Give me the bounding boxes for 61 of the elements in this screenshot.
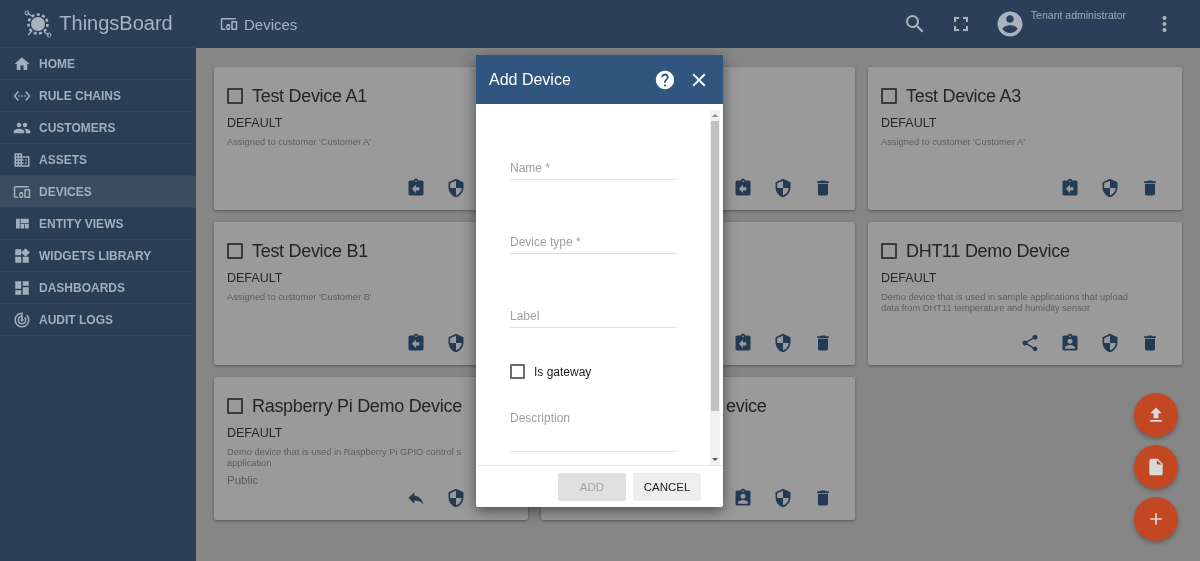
target-icon [13,310,31,329]
checkbox[interactable] [227,88,243,104]
clipboard-arrow-icon[interactable] [406,178,426,198]
app-name: ThingsBoard [59,12,173,35]
devices-icon [220,15,238,33]
checkbox[interactable] [510,364,525,379]
clipboard-arrow-icon[interactable] [733,333,753,353]
sidebar-item[interactable]: DASHBOARDS [0,272,196,304]
page-title: Devices [244,15,299,33]
sidebar-item[interactable]: RULE CHAINS [0,80,196,112]
dialog-button[interactable]: CANCEL [633,472,701,501]
help-icon [654,68,676,91]
device-type: DEFAULT [227,116,284,130]
device-title: Test Device A1 [252,85,367,107]
device-title: evice [726,395,767,417]
checkbox-label: Is gateway [534,364,592,379]
clipboard-arrow-icon[interactable] [1060,178,1080,198]
checkbox[interactable] [881,88,897,104]
checkbox[interactable] [227,398,243,414]
more-vertical-icon [1161,15,1167,33]
shield-icon[interactable] [446,488,466,508]
shield-icon[interactable] [1100,178,1120,198]
shield-icon[interactable] [773,333,793,353]
user-name: Tenant administrator [1030,9,1126,21]
device-title: Test Device B1 [252,240,368,262]
device-title: Test Device A3 [906,85,1021,107]
visibility-label: Public [227,474,260,486]
clipboard-person-icon[interactable] [733,488,753,508]
share-icon[interactable] [1020,333,1040,353]
sidebar-item[interactable]: DEVICES [0,176,196,208]
scrollbar[interactable] [710,110,720,465]
file-icon [1146,457,1166,477]
sidebar-item[interactable]: CUSTOMERS [0,112,196,144]
shield-icon[interactable] [446,178,466,198]
shield-icon[interactable] [773,178,793,198]
shield-icon[interactable] [773,488,793,508]
dashboard-icon [13,278,31,297]
clipboard-arrow-icon[interactable] [406,333,426,353]
sidebar-item[interactable]: WIDGETS LIBRARY [0,240,196,272]
device-title: DHT11 Demo Device [906,240,1070,262]
clipboard-person-icon[interactable] [1060,333,1080,353]
building-icon [13,150,31,169]
device-type: DEFAULT [881,116,938,130]
upload-button[interactable] [1134,393,1178,437]
checkbox[interactable] [881,243,897,259]
file-button[interactable] [1134,445,1178,489]
help-button[interactable] [654,68,676,91]
sidebar-item[interactable]: AUDIT LOGS [0,304,196,336]
device-type: DEFAULT [227,426,284,440]
widgets-icon [13,246,31,265]
sidebar-item[interactable]: HOME [0,48,196,80]
device-type: DEFAULT [227,271,284,285]
shield-icon[interactable] [446,333,466,353]
logo-icon [23,8,54,39]
device-title: Raspberry Pi Demo Device [252,395,462,417]
sidebar-item[interactable]: ENTITY VIEWS [0,208,196,240]
clipboard-arrow-icon[interactable] [733,178,753,198]
checkbox[interactable] [227,243,243,259]
add-button[interactable] [1134,497,1178,541]
shield-icon[interactable] [1100,333,1120,353]
device-type: DEFAULT [881,271,938,285]
